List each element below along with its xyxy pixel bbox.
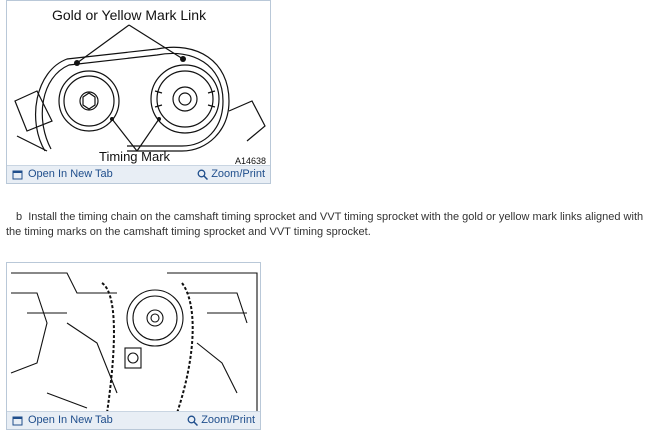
label-gold-yellow-mark-link: Gold or Yellow Mark Link (52, 7, 207, 23)
figure-1: Gold or Yellow Mark Link Timing Mark A14… (6, 0, 271, 184)
open-tab-icon (12, 170, 23, 179)
step-marker: b (16, 211, 23, 223)
open-tab-icon (12, 416, 23, 425)
zoom-print-label-2: Zoom/Print (201, 414, 255, 426)
open-in-new-tab-link[interactable]: Open In New Tab (12, 168, 113, 180)
zoom-print-label: Zoom/Print (211, 168, 265, 180)
figure-2-toolbar: Open In New Tab Zoom/Print (7, 411, 260, 429)
magnifier-icon (197, 169, 209, 180)
camshaft-sprockets-diagram (14, 24, 266, 152)
figure-1-toolbar: Open In New Tab Zoom/Print (7, 165, 270, 183)
step-text: Install the timing chain on the camshaft… (6, 211, 644, 238)
open-in-new-tab-label: Open In New Tab (28, 168, 113, 180)
vvt-sprocket-chain-diagram (10, 272, 258, 413)
zoom-print-link-2[interactable]: Zoom/Print (187, 414, 255, 426)
zoom-print-link[interactable]: Zoom/Print (197, 168, 265, 180)
step-instruction: b Install the timing chain on the camsha… (6, 210, 646, 240)
open-in-new-tab-link-2[interactable]: Open In New Tab (12, 414, 113, 426)
figure-2: Open In New Tab Zoom/Print (6, 262, 261, 430)
label-timing-mark: Timing Mark (99, 149, 171, 164)
magnifier-icon (187, 415, 199, 426)
open-in-new-tab-label-2: Open In New Tab (28, 414, 113, 426)
